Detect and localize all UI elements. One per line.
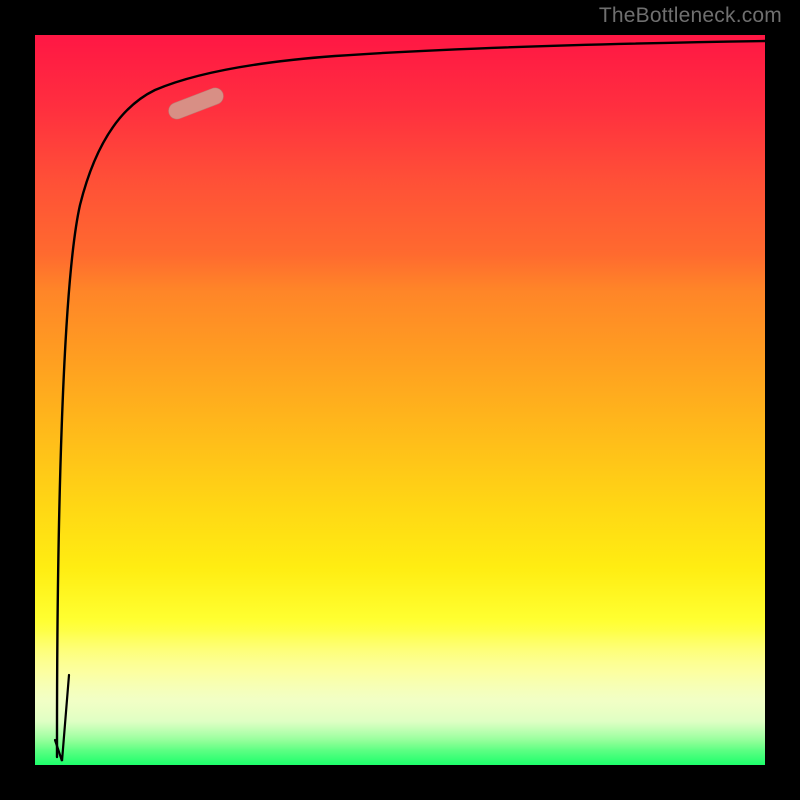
chart-plot-area	[35, 35, 765, 765]
watermark-text: TheBottleneck.com	[599, 4, 782, 28]
chart-curve-path	[57, 41, 765, 757]
chart-curve-svg	[35, 35, 765, 765]
